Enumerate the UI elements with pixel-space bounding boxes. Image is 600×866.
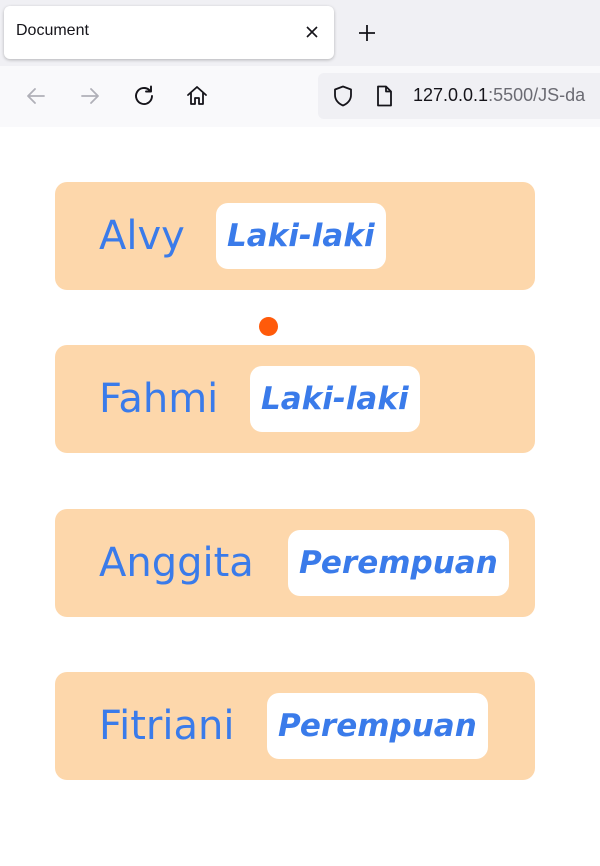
url-path: :5500/JS-da xyxy=(488,85,586,105)
url-host: 127.0.0.1 xyxy=(413,85,489,105)
arrow-left-icon[interactable] xyxy=(20,80,52,112)
gender-badge: Perempuan xyxy=(267,693,488,759)
home-icon[interactable] xyxy=(181,80,213,112)
gender-label: Perempuan xyxy=(299,545,498,581)
shield-icon[interactable] xyxy=(331,84,355,108)
plus-icon[interactable] xyxy=(352,18,382,48)
gender-label: Perempuan xyxy=(278,708,477,744)
person-name: Alvy xyxy=(99,213,185,259)
gender-label: Laki-laki xyxy=(227,218,375,254)
mouse-cursor-dot xyxy=(259,317,278,336)
person-name: Anggita xyxy=(99,540,254,586)
url-text[interactable]: 127.0.0.1:5500/JS-da xyxy=(413,85,585,106)
close-icon[interactable] xyxy=(298,18,326,46)
gender-badge: Perempuan xyxy=(288,530,509,596)
tab-strip: Document xyxy=(0,0,600,66)
gender-badge: Laki-laki xyxy=(216,203,386,269)
arrow-right-icon[interactable] xyxy=(74,80,106,112)
person-card: Alvy Laki-laki xyxy=(55,182,535,290)
page-icon xyxy=(372,84,396,108)
person-card: Anggita Perempuan xyxy=(55,509,535,617)
person-name: Fahmi xyxy=(99,376,219,422)
person-card: Fahmi Laki-laki xyxy=(55,345,535,453)
tab-title: Document xyxy=(16,22,89,39)
tab-document[interactable]: Document xyxy=(4,6,334,59)
reload-icon[interactable] xyxy=(128,80,160,112)
browser-chrome: Document 127.0.0.1:5500/JS-da xyxy=(0,0,600,128)
person-card: Fitriani Perempuan xyxy=(55,672,535,780)
gender-badge: Laki-laki xyxy=(250,366,420,432)
navigation-bar: 127.0.0.1:5500/JS-da xyxy=(0,66,600,127)
url-bar[interactable]: 127.0.0.1:5500/JS-da xyxy=(318,73,600,119)
person-name: Fitriani xyxy=(99,703,235,749)
gender-label: Laki-laki xyxy=(261,381,409,417)
